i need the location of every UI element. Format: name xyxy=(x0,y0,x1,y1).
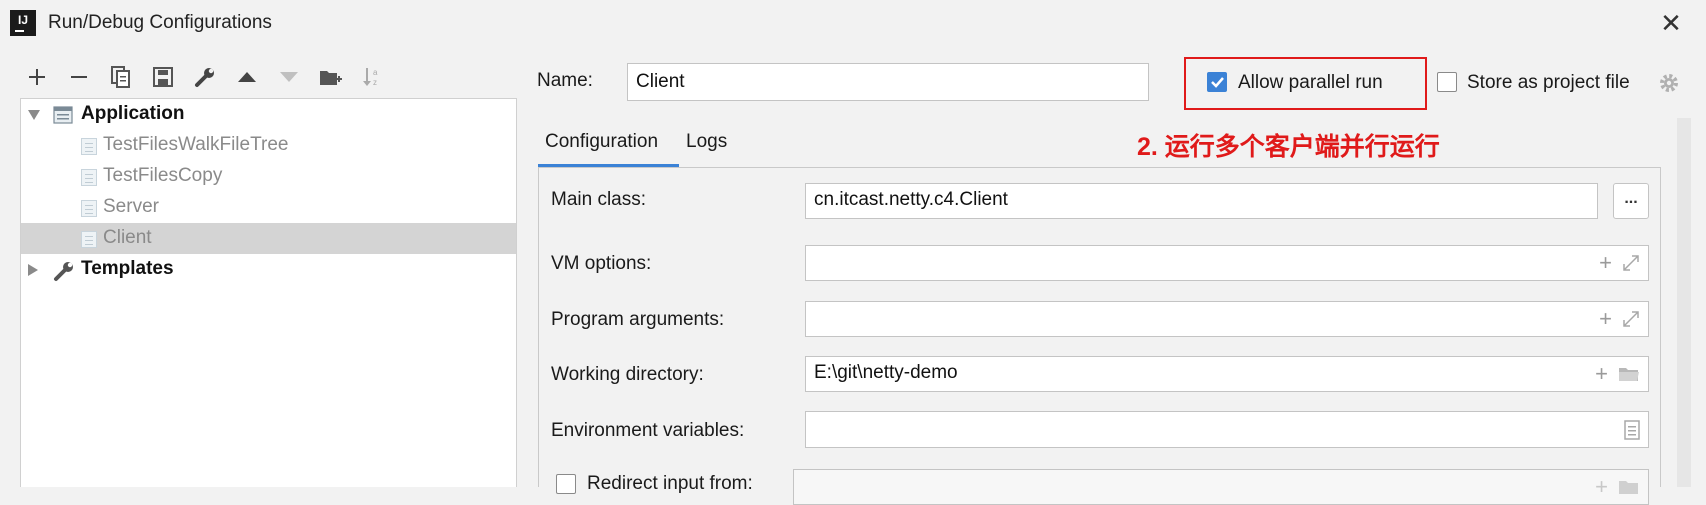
remove-icon[interactable] xyxy=(66,64,92,90)
tree-label: Client xyxy=(103,227,152,248)
folder-icon[interactable] xyxy=(1618,478,1640,496)
add-icon[interactable] xyxy=(24,64,50,90)
collapse-arrow-icon[interactable] xyxy=(27,263,39,277)
sort-icon[interactable]: az xyxy=(360,64,386,90)
config-file-icon xyxy=(81,231,97,248)
tree-label-application: Application xyxy=(81,103,185,124)
tab-configuration[interactable]: Configuration xyxy=(545,131,658,153)
environment-variables-label: Environment variables: xyxy=(551,420,745,441)
new-folder-icon[interactable] xyxy=(318,64,344,90)
config-file-icon xyxy=(81,138,97,155)
tree-label: TestFilesWalkFileTree xyxy=(103,134,289,155)
window-title: Run/Debug Configurations xyxy=(48,12,272,33)
add-macro-icon[interactable]: + xyxy=(1595,358,1608,390)
redirect-input-label[interactable]: Redirect input from: xyxy=(587,473,753,495)
allow-parallel-run-checkbox[interactable] xyxy=(1207,72,1227,92)
redirect-input-field[interactable]: + xyxy=(793,469,1649,505)
working-directory-label: Working directory: xyxy=(551,364,704,385)
save-icon[interactable] xyxy=(150,64,176,90)
tree-node-client[interactable]: Client xyxy=(21,223,516,254)
tab-logs[interactable]: Logs xyxy=(686,131,727,153)
vm-options-label: VM options: xyxy=(551,253,652,274)
program-arguments-label: Program arguments: xyxy=(551,309,725,330)
tree-label-templates: Templates xyxy=(81,258,174,279)
program-arguments-field[interactable]: + xyxy=(805,301,1649,337)
document-icon[interactable] xyxy=(1624,419,1640,440)
move-up-icon[interactable] xyxy=(234,64,260,90)
working-directory-value: E:\git\netty-demo xyxy=(814,362,958,383)
main-class-field[interactable]: cn.itcast.netty.c4.Client xyxy=(805,183,1598,219)
browse-button[interactable]: ... xyxy=(1613,183,1649,219)
svg-text:z: z xyxy=(373,78,377,87)
expand-arrow-icon[interactable] xyxy=(27,109,41,121)
gear-icon[interactable] xyxy=(1658,72,1680,94)
environment-variables-field[interactable] xyxy=(805,411,1649,448)
app-icon-text: IJ xyxy=(17,13,28,27)
close-button[interactable]: ✕ xyxy=(1656,8,1686,38)
wrench-icon xyxy=(54,262,73,281)
annotation-text: 2. 运行多个客户端并行运行 xyxy=(1137,133,1440,161)
tree-node-application[interactable]: Application xyxy=(21,99,516,130)
tree-node-testfilescopy[interactable]: TestFilesCopy xyxy=(21,161,516,192)
add-macro-icon[interactable]: + xyxy=(1599,303,1612,335)
move-down-icon[interactable] xyxy=(276,64,302,90)
copy-icon[interactable] xyxy=(108,64,134,90)
intellij-app-icon: IJ xyxy=(10,10,36,36)
add-macro-icon[interactable]: + xyxy=(1599,247,1612,279)
main-class-label: Main class: xyxy=(551,189,647,210)
wrench-icon[interactable] xyxy=(192,64,218,90)
store-as-project-file-checkbox[interactable] xyxy=(1437,72,1457,92)
name-label: Name: xyxy=(537,70,593,91)
vm-options-field[interactable]: + xyxy=(805,245,1649,281)
expand-icon[interactable] xyxy=(1622,310,1640,328)
svg-text:a: a xyxy=(373,68,378,77)
tree-node-testfileswalkfiletree[interactable]: TestFilesWalkFileTree xyxy=(21,130,516,161)
scrollbar[interactable] xyxy=(1677,118,1691,487)
expand-icon[interactable] xyxy=(1622,254,1640,272)
tree-node-server[interactable]: Server xyxy=(21,192,516,223)
add-macro-icon[interactable]: + xyxy=(1595,471,1608,503)
tree-label: Server xyxy=(103,196,159,217)
configuration-tree: Application TestFilesWalkFileTree TestFi… xyxy=(20,98,517,487)
allow-parallel-run-label[interactable]: Allow parallel run xyxy=(1238,72,1383,94)
name-field[interactable]: Client xyxy=(627,63,1149,101)
tree-node-templates[interactable]: Templates xyxy=(21,254,516,285)
store-as-project-file-label[interactable]: Store as project file xyxy=(1467,72,1630,94)
application-icon xyxy=(53,106,73,124)
tree-label: TestFilesCopy xyxy=(103,165,223,186)
config-file-icon xyxy=(81,200,97,217)
redirect-input-checkbox[interactable] xyxy=(556,474,576,494)
folder-icon[interactable] xyxy=(1618,365,1640,383)
config-file-icon xyxy=(81,169,97,186)
working-directory-field[interactable]: E:\git\netty-demo + xyxy=(805,356,1649,392)
checkmark-icon xyxy=(1211,77,1224,88)
